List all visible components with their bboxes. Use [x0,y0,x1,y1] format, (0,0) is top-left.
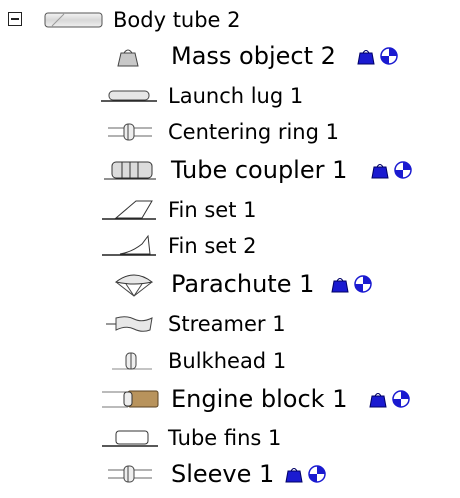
mass-override-icon [285,468,303,483]
sleeve-icon [108,465,152,483]
tree-row-sleeve-1[interactable]: Sleeve 1 [0,456,360,492]
tree-item-label: Centering ring 1 [168,120,339,144]
mass-override-icon [357,50,375,65]
tree-row-fin-set-1[interactable]: Fin set 1 [0,192,300,228]
mass-override-icon [331,278,349,293]
tree-row-tube-coupler-1[interactable]: Tube coupler 1 [0,152,460,188]
tree-row-centering-ring-1[interactable]: Centering ring 1 [0,114,360,150]
tree-row-body-tube-2[interactable]: Body tube 2 [0,2,300,38]
tree-item-label: Body tube 2 [113,8,241,32]
launch-lug-icon [101,90,157,102]
tree-row-bulkhead-1[interactable]: Bulkhead 1 [0,343,320,379]
cg-override-icon [308,465,326,483]
cg-override-icon [392,390,410,408]
tree-item-label: Tube fins 1 [168,426,282,450]
parachute-icon [114,274,154,297]
trapezoid-fin-set-icon [102,200,156,220]
cg-override-icon [380,47,398,65]
tree-row-engine-block-1[interactable]: Engine block 1 [0,381,460,417]
streamer-icon [106,316,153,332]
tree-row-fin-set-2[interactable]: Fin set 2 [0,228,300,264]
cg-override-icon [354,275,372,293]
tube-coupler-icon [104,161,156,180]
tree-item-label: Bulkhead 1 [168,349,287,373]
mass-object-icon [117,49,139,67]
tree-item-label: Sleeve 1 [171,460,275,488]
collapse-toggle-icon[interactable] [8,12,22,26]
freeform-fin-set-icon [102,234,156,256]
tree-row-streamer-1[interactable]: Streamer 1 [0,306,320,342]
mass-override-icon [369,393,387,408]
tube-fins-icon [102,430,158,447]
tree-item-label: Streamer 1 [168,312,286,336]
tree-item-label: Engine block 1 [171,385,348,413]
tree-row-tube-fins-1[interactable]: Tube fins 1 [0,420,320,456]
tree-item-label: Fin set 1 [168,198,257,222]
tree-row-mass-object-2[interactable]: Mass object 2 [0,38,460,74]
tree-row-parachute-1[interactable]: Parachute 1 [0,266,400,302]
tree-item-label: Mass object 2 [171,42,336,70]
tree-row-launch-lug-1[interactable]: Launch lug 1 [0,78,330,114]
tree-item-label: Launch lug 1 [168,84,304,108]
tree-item-label: Fin set 2 [168,234,257,258]
centering-ring-icon [108,123,152,141]
bulkhead-icon [112,352,152,370]
cg-override-icon [394,161,412,179]
engine-block-icon [102,390,159,408]
body-tube-icon [44,12,103,28]
tree-item-label: Tube coupler 1 [171,156,348,184]
mass-override-icon [371,164,389,179]
tree-item-label: Parachute 1 [171,270,315,298]
